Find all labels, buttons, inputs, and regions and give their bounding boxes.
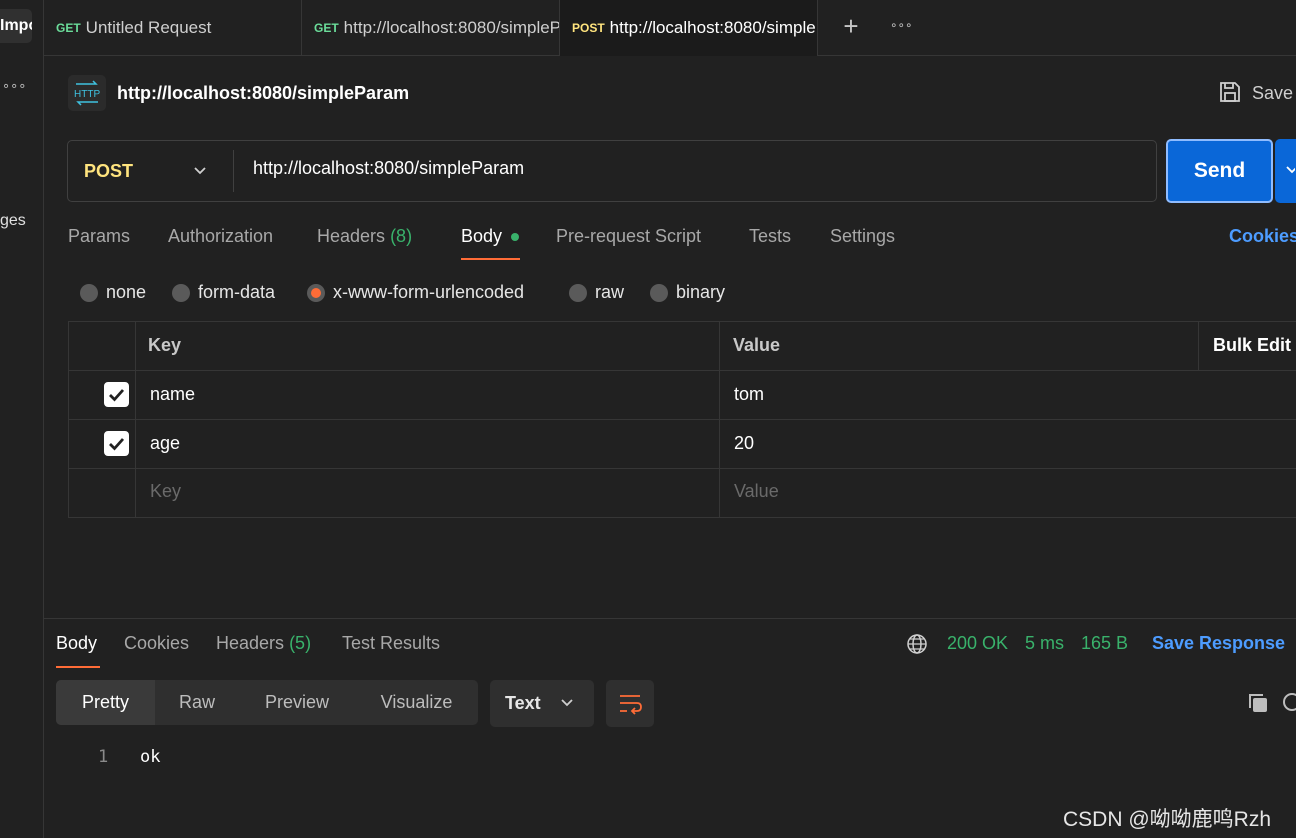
key-column-header: Key <box>148 335 182 355</box>
sidebar-more-icon[interactable]: ∘∘∘ <box>2 78 26 94</box>
tab-headers[interactable]: Headers (8) <box>317 226 412 247</box>
response-divider[interactable] <box>44 618 1296 619</box>
save-button[interactable]: Save <box>1252 83 1293 104</box>
view-pretty-button[interactable]: Pretty <box>56 680 155 725</box>
active-tab-underline <box>56 666 100 668</box>
save-icon[interactable] <box>1218 80 1242 109</box>
param-key[interactable]: name <box>150 384 195 405</box>
view-visualize-button[interactable]: Visualize <box>355 680 478 725</box>
radio-binary[interactable]: binary <box>650 282 725 303</box>
import-label: Import <box>0 17 32 34</box>
tab-method: GET <box>56 21 81 35</box>
radio-dot-selected <box>307 283 325 302</box>
tab-headers-label: Headers <box>317 226 386 246</box>
response-headers-count: (5) <box>289 633 312 653</box>
new-value-input[interactable]: Value <box>734 481 779 502</box>
radio-label: raw <box>595 282 625 302</box>
response-tab-cookies[interactable]: Cookies <box>124 633 189 654</box>
row-checkbox[interactable] <box>104 382 129 407</box>
response-tab-test-results[interactable]: Test Results <box>342 633 440 654</box>
radio-dot <box>80 283 98 302</box>
active-tab-underline <box>461 258 520 260</box>
status-code[interactable]: 200 OK <box>947 633 1008 654</box>
view-raw-button[interactable]: Raw <box>155 680 239 725</box>
send-button[interactable]: Send <box>1166 139 1273 203</box>
http-request-icon: HTTP <box>68 75 106 111</box>
method-select[interactable]: POST <box>84 161 133 182</box>
table-divider <box>68 419 1296 420</box>
response-tab-headers[interactable]: Headers (5) <box>216 633 311 654</box>
globe-icon[interactable] <box>906 633 928 660</box>
response-headers-label: Headers <box>216 633 285 653</box>
table-column-divider <box>1198 321 1199 370</box>
radio-label: binary <box>676 282 726 302</box>
tab-get-simpleparam[interactable]: GET http://localhost:8080/simpleParam <box>302 0 560 56</box>
radio-label: x-www-form-urlencoded <box>333 282 525 302</box>
response-size[interactable]: 165 B <box>1081 633 1128 654</box>
tab-tests[interactable]: Tests <box>749 226 791 247</box>
tab-method: GET <box>314 21 339 35</box>
response-body-text: ok <box>140 747 161 767</box>
tab-params[interactable]: Params <box>68 226 130 247</box>
chevron-down-icon <box>559 694 575 715</box>
tab-label: http://localhost:8080/simpleParam <box>343 18 560 37</box>
tab-method: POST <box>572 21 605 35</box>
radio-raw[interactable]: raw <box>569 282 624 303</box>
left-sidebar: Import ∘∘∘ ges <box>0 0 44 838</box>
radio-form-data[interactable]: form-data <box>172 282 275 303</box>
new-tab-icon[interactable]: + <box>838 13 864 39</box>
tab-post-simpleparam[interactable]: POST http://localhost:8080/simpleParam <box>560 0 818 56</box>
wrap-lines-icon <box>620 695 642 715</box>
tab-more-icon[interactable]: ∘∘∘ <box>890 18 913 32</box>
checkmark-icon <box>109 438 125 451</box>
url-divider <box>233 150 234 192</box>
radio-dot <box>569 283 587 302</box>
radio-x-www-form-urlencoded[interactable]: x-www-form-urlencoded <box>307 282 524 303</box>
line-number: 1 <box>98 747 109 767</box>
cookies-link[interactable]: Cookies <box>1229 226 1296 247</box>
table-column-divider <box>135 321 136 518</box>
radio-none[interactable]: none <box>80 282 146 303</box>
wrap-lines-button[interactable] <box>606 680 654 727</box>
copy-icon[interactable] <box>1246 691 1270 720</box>
request-title[interactable]: http://localhost:8080/simpleParam <box>117 83 409 104</box>
response-tab-body[interactable]: Body <box>56 633 97 654</box>
headers-count: (8) <box>390 226 413 246</box>
value-column-header: Value <box>733 335 781 355</box>
watermark: CSDN @呦呦鹿鸣Rzh <box>1063 808 1272 831</box>
checkmark-icon <box>109 389 125 402</box>
table-column-divider <box>719 321 720 518</box>
import-button[interactable]: Import <box>0 9 32 43</box>
row-checkbox[interactable] <box>104 431 129 456</box>
search-icon[interactable] <box>1280 691 1296 720</box>
new-key-input[interactable]: Key <box>150 481 181 502</box>
send-options-button[interactable] <box>1275 139 1296 203</box>
view-preview-button[interactable]: Preview <box>239 680 355 725</box>
tab-authorization[interactable]: Authorization <box>168 226 273 247</box>
table-divider <box>68 370 1296 371</box>
radio-label: none <box>106 282 147 302</box>
svg-text:HTTP: HTTP <box>74 89 100 100</box>
tab-label: Untitled Request <box>85 18 212 37</box>
param-value[interactable]: tom <box>734 384 764 405</box>
tab-label: http://localhost:8080/simpleParam <box>609 18 817 37</box>
radio-label: form-data <box>198 282 276 302</box>
tab-untitled-request[interactable]: GET Untitled Request <box>44 0 302 56</box>
radio-dot <box>172 283 190 302</box>
save-response-button[interactable]: Save Response <box>1152 633 1285 654</box>
body-modified-indicator <box>511 233 519 241</box>
tab-settings[interactable]: Settings <box>830 226 895 247</box>
table-divider <box>68 468 1296 469</box>
bulk-edit-button[interactable]: Bulk Edit <box>1213 335 1291 356</box>
tab-pre-request-script[interactable]: Pre-request Script <box>556 226 701 247</box>
tab-body[interactable]: Body <box>461 226 502 247</box>
response-time[interactable]: 5 ms <box>1025 633 1064 654</box>
format-select-value: Text <box>505 693 541 713</box>
chevron-down-icon[interactable] <box>192 162 208 183</box>
param-value[interactable]: 20 <box>734 433 754 454</box>
param-key[interactable]: age <box>150 433 180 454</box>
url-input[interactable] <box>253 158 1133 179</box>
radio-dot <box>650 283 668 302</box>
sidebar-item-partial[interactable]: ges <box>0 212 26 230</box>
